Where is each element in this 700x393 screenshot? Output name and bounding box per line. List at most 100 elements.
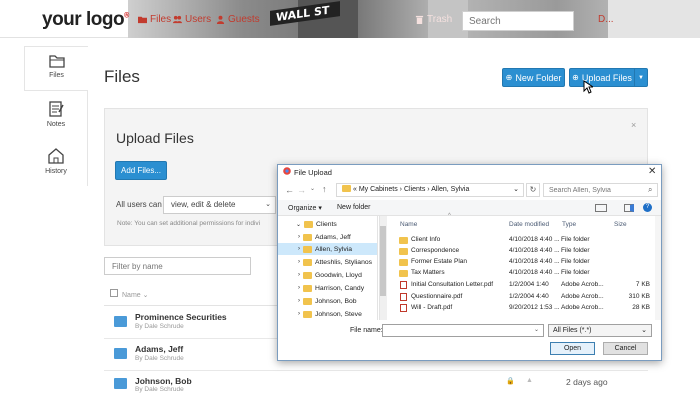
organize-menu[interactable]: Organize ▾ bbox=[288, 204, 322, 212]
open-button[interactable]: Open bbox=[550, 342, 595, 355]
tree-item-label: Allen, Sylvia bbox=[315, 245, 353, 253]
file-date: 1/2/2004 4:40 bbox=[509, 293, 549, 300]
tree-item-adams-jeff[interactable]: › Adams, Jeff bbox=[298, 231, 351, 243]
user-menu[interactable]: D... bbox=[598, 14, 614, 25]
tree-item-label: Johnson, Steve bbox=[315, 310, 362, 318]
file-row[interactable]: Client Info 4/10/2018 4:40 ... File fold… bbox=[397, 235, 654, 246]
notes-icon bbox=[49, 101, 64, 117]
tree-item-johnson-steve[interactable]: › Johnson, Steve bbox=[298, 308, 362, 320]
refresh-icon[interactable]: ↻ bbox=[526, 183, 540, 197]
nav-users[interactable]: Users bbox=[173, 11, 211, 27]
file-date: 1/2/2004 1:40 bbox=[509, 281, 549, 288]
file-row[interactable]: Initial Consultation Letter.pdf 1/2/2004… bbox=[397, 280, 654, 291]
column-header-name[interactable]: Name bbox=[400, 221, 417, 228]
file-row[interactable]: Will - Draft.pdf 9/20/2012 1:53 ... Adob… bbox=[397, 303, 654, 314]
folder-icon bbox=[114, 378, 127, 389]
dialog-search-input[interactable] bbox=[543, 183, 658, 197]
tree-item-allen-sylvia[interactable]: › Allen, Sylvia bbox=[278, 243, 377, 255]
address-bar[interactable]: « My Cabinets › Clients › Allen, Sylvia … bbox=[336, 183, 524, 197]
view-options-icon[interactable] bbox=[595, 204, 607, 212]
nav-files[interactable]: Files bbox=[138, 11, 171, 27]
modified-date: 2 days ago bbox=[566, 377, 608, 387]
file-type: Adobe Acrob... bbox=[561, 293, 604, 300]
name-column-header[interactable]: Name ⌄ bbox=[122, 291, 149, 299]
filter-input[interactable] bbox=[104, 257, 251, 275]
folder-icon bbox=[399, 248, 408, 255]
file-name-input[interactable] bbox=[382, 324, 544, 337]
mouse-cursor-icon bbox=[583, 80, 593, 94]
share-icon: ▲ bbox=[526, 377, 533, 384]
nav-guests-label: Guests bbox=[228, 13, 260, 25]
logo-text: your logo bbox=[42, 9, 125, 30]
close-icon[interactable]: × bbox=[631, 120, 636, 130]
tree-item-johnson-bob[interactable]: › Johnson, Bob bbox=[298, 295, 357, 307]
logo[interactable]: your logo® bbox=[42, 9, 129, 31]
folder-icon bbox=[114, 316, 127, 327]
folder-tree: ⌄ Clients › Adams, Jeff › Allen, Sylvia › At… bbox=[278, 216, 378, 320]
chevron-down-icon[interactable]: ⌄ bbox=[513, 184, 519, 196]
tree-item-goodwin[interactable]: › Goodwin, Lloyd bbox=[298, 269, 362, 281]
row-subtitle: By Dale Schrude bbox=[135, 323, 184, 330]
upload-options-dropdown[interactable]: ▼ bbox=[634, 68, 648, 87]
back-arrow-icon[interactable]: ← bbox=[285, 185, 294, 195]
sidebar-item-files[interactable]: Files bbox=[24, 46, 88, 91]
lock-icon: 🔒 bbox=[506, 378, 515, 385]
chevron-down-icon[interactable]: ⌄ bbox=[534, 326, 539, 333]
chrome-icon bbox=[283, 167, 291, 175]
upload-files-button[interactable]: ⊕ Upload Files bbox=[569, 68, 635, 87]
tree-item-harrison[interactable]: › Harrison, Candy bbox=[298, 282, 364, 294]
files-scrollbar[interactable] bbox=[655, 216, 661, 320]
select-all-checkbox[interactable] bbox=[110, 289, 118, 297]
new-folder-label: New Folder bbox=[515, 72, 562, 83]
dialog-new-folder-button[interactable]: New folder bbox=[337, 204, 370, 211]
sort-icon: ⌄ bbox=[142, 292, 149, 299]
add-files-button[interactable]: Add Files... bbox=[115, 161, 167, 180]
search-input[interactable] bbox=[462, 11, 574, 31]
new-folder-button[interactable]: ⊕ New Folder bbox=[502, 68, 565, 87]
folder-icon bbox=[399, 259, 408, 266]
file-type-value: All Files (*.*) bbox=[553, 327, 592, 334]
sidebar-item-label: History bbox=[45, 168, 67, 175]
folder-outline-icon bbox=[48, 55, 65, 68]
sidebar-item-label: Notes bbox=[46, 121, 66, 128]
cancel-button[interactable]: Cancel bbox=[603, 342, 648, 355]
chevron-down-icon: ▼ bbox=[638, 74, 644, 81]
breadcrumb-item[interactable]: My Cabinets bbox=[359, 186, 398, 193]
file-date: 4/10/2018 4:40 ... bbox=[509, 247, 560, 254]
permission-select[interactable]: view, edit & delete ⌄ bbox=[163, 196, 276, 214]
sidebar-item-notes[interactable]: Notes bbox=[24, 100, 88, 128]
column-header-type[interactable]: Type bbox=[562, 221, 576, 228]
file-size: 7 KB bbox=[635, 281, 650, 288]
recent-dropdown-icon[interactable]: ⌄ bbox=[310, 185, 315, 192]
file-row[interactable]: Tax Matters 4/10/2018 4:40 ... File fold… bbox=[397, 268, 654, 279]
nav-guests[interactable]: Guests bbox=[216, 11, 260, 27]
pdf-icon bbox=[400, 304, 407, 312]
tree-item-atteshlis[interactable]: › Atteshlis, Stylianos bbox=[298, 256, 372, 268]
file-name: Questionnaire.pdf bbox=[411, 293, 463, 300]
sidebar-item-history[interactable]: History bbox=[24, 147, 88, 175]
breadcrumb-item[interactable]: Clients bbox=[404, 186, 425, 193]
tree-item-clients[interactable]: ⌄ Clients bbox=[296, 218, 337, 230]
pdf-icon bbox=[400, 281, 407, 289]
breadcrumb-item[interactable]: Allen, Sylvia bbox=[431, 186, 469, 193]
row-title: Adams, Jeff bbox=[135, 344, 184, 354]
up-arrow-icon[interactable]: ↑ bbox=[322, 184, 327, 194]
upload-arrow-icon: ⊕ bbox=[572, 73, 579, 82]
file-type-select[interactable]: All Files (*.*) ⌄ bbox=[548, 324, 652, 337]
path-prefix: « bbox=[352, 186, 357, 193]
file-row[interactable]: Former Estate Plan 4/10/2018 4:40 ... Fi… bbox=[397, 257, 654, 268]
tree-scrollbar-thumb[interactable] bbox=[380, 226, 386, 296]
preview-pane-icon[interactable] bbox=[624, 204, 634, 212]
file-row[interactable]: Questionnaire.pdf 1/2/2004 4:40 Adobe Ac… bbox=[397, 292, 654, 303]
forward-arrow-icon[interactable]: → bbox=[297, 185, 306, 195]
column-header-size[interactable]: Size bbox=[614, 221, 627, 228]
file-row[interactable]: Correspondence 4/10/2018 4:40 ... File f… bbox=[397, 246, 654, 257]
column-header-date[interactable]: Date modified bbox=[509, 221, 549, 228]
help-icon[interactable]: ? bbox=[643, 203, 652, 212]
folder-icon bbox=[304, 220, 314, 228]
folder-icon bbox=[303, 284, 312, 292]
close-icon[interactable]: ✕ bbox=[648, 166, 656, 177]
nav-trash[interactable]: Trash bbox=[415, 11, 452, 27]
users-can-label: All users can bbox=[116, 200, 162, 209]
file-type: File folder bbox=[561, 236, 590, 243]
